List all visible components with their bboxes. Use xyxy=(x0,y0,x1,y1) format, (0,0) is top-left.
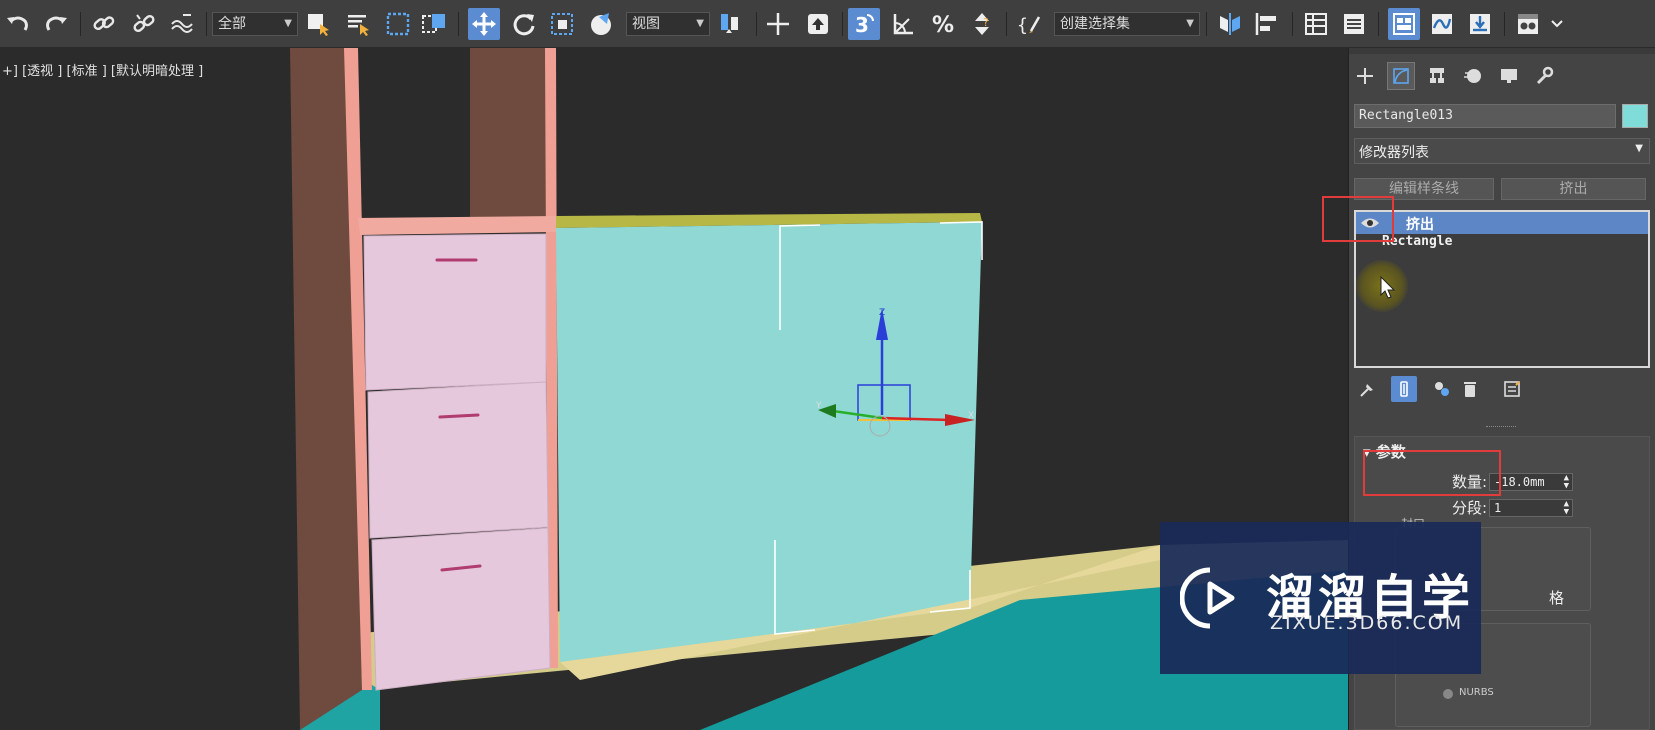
frame-shelf xyxy=(358,216,556,235)
bind-spacewarp-icon[interactable] xyxy=(166,8,198,40)
hierarchy-tab-icon[interactable] xyxy=(1423,62,1451,90)
motion-tab-icon[interactable] xyxy=(1459,62,1487,90)
pivot-center-icon[interactable] xyxy=(714,8,746,40)
svg-text:3: 3 xyxy=(855,13,869,37)
object-color-swatch[interactable] xyxy=(1622,104,1648,128)
modifier-stack[interactable]: 挤出 Rectangle xyxy=(1354,210,1650,368)
link-icon[interactable] xyxy=(88,8,120,40)
unlink-icon[interactable] xyxy=(128,8,160,40)
panel-divider[interactable] xyxy=(1349,424,1655,430)
rollout-title[interactable]: ▾ 参数 xyxy=(1363,441,1406,462)
ribbon-icon[interactable] xyxy=(1388,8,1420,40)
keyboard-shortcut-icon[interactable] xyxy=(802,8,834,40)
window-crossing-icon[interactable] xyxy=(418,8,450,40)
select-move-icon[interactable] xyxy=(468,8,500,40)
pin-stack-icon[interactable] xyxy=(1355,376,1381,402)
configure-modifier-sets-icon[interactable] xyxy=(1499,376,1525,402)
segments-label: 分段: xyxy=(1451,499,1487,517)
svg-text:Z: Z xyxy=(879,308,885,318)
undo-icon[interactable] xyxy=(2,8,34,40)
modifier-list-dropdown[interactable]: 修改器列表 ▼ xyxy=(1354,138,1650,164)
svg-text:X: X xyxy=(968,411,974,421)
nurbs-radio[interactable] xyxy=(1443,689,1453,699)
material-editor-icon[interactable] xyxy=(1512,8,1544,40)
watermark-url: ZIXUE.3D66.COM xyxy=(1270,612,1464,634)
drawer-3 xyxy=(371,527,551,691)
rear-panel xyxy=(470,48,548,222)
show-end-result-icon[interactable] xyxy=(1391,376,1417,402)
mouse-cursor-icon xyxy=(1380,276,1396,299)
select-scale-icon[interactable] xyxy=(546,8,578,40)
snaps-3d-icon[interactable]: 3 xyxy=(848,8,880,40)
cabinet-door xyxy=(556,222,982,662)
layer-explorer-icon[interactable] xyxy=(1338,8,1370,40)
perspective-viewport[interactable]: Z X Y +] [透视 ] [标准 ] [默认明暗处理 ] xyxy=(0,48,1348,730)
amount-row: 数量: xyxy=(1355,471,1487,493)
placement-icon[interactable] xyxy=(586,8,618,40)
rect-region-icon[interactable] xyxy=(382,8,414,40)
stack-toolbar xyxy=(1349,376,1655,404)
main-toolbar: 全部 ▼ 视图 ▼ 3 % ? {创建选择集 ▼ xyxy=(0,0,1655,48)
select-by-name-icon[interactable] xyxy=(342,8,374,40)
utilities-tab-icon[interactable] xyxy=(1531,62,1559,90)
svg-text:{: { xyxy=(1017,15,1028,36)
schematic-view-icon[interactable] xyxy=(1464,8,1496,40)
select-rotate-icon[interactable] xyxy=(508,8,540,40)
toolbar-overflow-icon[interactable] xyxy=(1550,8,1564,40)
drawer-2 xyxy=(367,381,549,539)
drawer-1 xyxy=(363,233,547,391)
select-manipulate-icon[interactable] xyxy=(762,8,794,40)
drawer-handle-2 xyxy=(438,413,480,419)
mirror-icon[interactable] xyxy=(1214,8,1246,40)
object-name-field[interactable]: Rectangle013 xyxy=(1354,104,1616,128)
svg-text:%: % xyxy=(932,13,954,37)
select-object-icon[interactable] xyxy=(302,8,334,40)
svg-text:?: ? xyxy=(983,16,989,29)
angle-snap-icon[interactable] xyxy=(888,8,920,40)
amount-label: 数量: xyxy=(1451,473,1487,491)
svg-text:Y: Y xyxy=(815,401,822,411)
spinner-snap-icon[interactable]: ? xyxy=(966,8,998,40)
scene-explorer-icon[interactable] xyxy=(1300,8,1332,40)
percent-snap-icon[interactable]: % xyxy=(928,8,960,40)
selection-filter-dropdown[interactable]: 全部 ▼ xyxy=(212,12,298,36)
capping-option-partial[interactable]: 格 xyxy=(1549,587,1564,608)
viewport-label[interactable]: +] [透视 ] [标准 ] [默认明暗处理 ] xyxy=(2,60,203,79)
amount-spinner[interactable]: -18.0mm ▲ ▼ xyxy=(1489,473,1573,491)
play-logo-icon xyxy=(1180,567,1235,629)
nurbs-label: NURBS xyxy=(1459,687,1494,698)
curve-editor-icon[interactable] xyxy=(1426,8,1458,40)
modify-tab-icon[interactable] xyxy=(1387,62,1415,90)
eye-icon[interactable] xyxy=(1360,214,1380,232)
viewport-scene[interactable]: Z X Y xyxy=(0,48,1348,730)
extrude-button[interactable]: 挤出 xyxy=(1501,178,1646,200)
edit-spline-button[interactable]: 编辑样条线 xyxy=(1354,178,1494,200)
edit-named-sets-icon[interactable]: { xyxy=(1014,8,1046,40)
remove-modifier-icon[interactable] xyxy=(1457,376,1483,402)
named-selection-dropdown[interactable]: 创建选择集 ▼ xyxy=(1054,12,1200,36)
watermark-overlay: 溜溜自学 ZIXUE.3D66.COM xyxy=(1160,522,1481,674)
ref-coord-dropdown[interactable]: 视图 ▼ xyxy=(626,12,710,36)
redo-icon[interactable] xyxy=(40,8,72,40)
stack-item-extrude[interactable]: 挤出 xyxy=(1356,212,1648,234)
make-unique-icon[interactable] xyxy=(1429,376,1455,402)
align-icon[interactable] xyxy=(1250,8,1282,40)
segments-spinner[interactable]: 1 ▲ ▼ xyxy=(1489,499,1573,517)
create-tab-icon[interactable] xyxy=(1351,62,1379,90)
stack-item-rectangle[interactable]: Rectangle xyxy=(1382,234,1452,249)
stack-item-extrude-label: 挤出 xyxy=(1406,217,1434,233)
display-tab-icon[interactable] xyxy=(1495,62,1523,90)
